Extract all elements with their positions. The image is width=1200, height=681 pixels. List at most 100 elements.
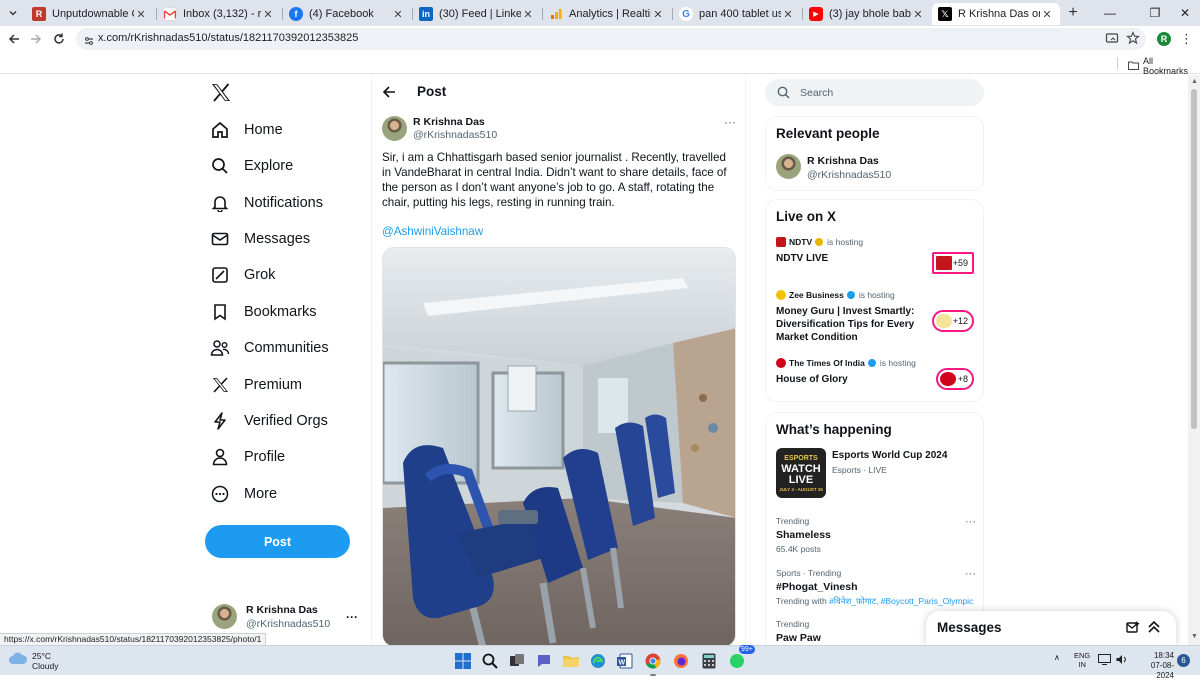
more-dots-icon[interactable]: ··· xyxy=(346,610,358,624)
reload-button[interactable] xyxy=(50,30,68,48)
more-circle-icon xyxy=(210,484,230,504)
nav-notifications[interactable]: Notifications xyxy=(210,189,323,217)
nav-verified-orgs[interactable]: Verified Orgs xyxy=(210,407,328,435)
close-tab-icon[interactable]: ✕ xyxy=(134,8,148,21)
bookmark-star-icon[interactable] xyxy=(1126,31,1142,47)
nav-explore[interactable]: Explore xyxy=(210,152,293,180)
forward-button[interactable] xyxy=(27,30,45,48)
avatar[interactable] xyxy=(776,154,801,179)
browser-tab-active[interactable]: 𝕏 R Krishna Das on X: "Sir, i ✕ xyxy=(932,3,1060,25)
weather-widget[interactable]: 25°C Cloudy xyxy=(8,651,58,671)
cast-icon[interactable] xyxy=(1105,31,1121,47)
file-explorer-icon[interactable] xyxy=(561,651,581,671)
windows-start-icon[interactable] xyxy=(453,651,473,671)
live-listeners-badge: +8 xyxy=(936,368,974,390)
nav-home[interactable]: Home xyxy=(210,116,283,144)
notification-count-badge[interactable]: 6 xyxy=(1177,654,1190,667)
close-tab-icon[interactable]: ✕ xyxy=(521,8,535,21)
x-page: Home Explore Notifications Messages Grok… xyxy=(0,75,1188,645)
page-title: Post xyxy=(417,84,447,99)
back-arrow-icon[interactable] xyxy=(382,85,396,104)
tab-search-button[interactable] xyxy=(4,4,22,22)
nav-grok[interactable]: Grok xyxy=(210,261,275,289)
search-icon xyxy=(777,86,790,99)
nav-communities[interactable]: Communities xyxy=(210,334,329,362)
browser-tab[interactable]: in (30) Feed | LinkedIn ✕ xyxy=(413,3,541,25)
more-dots-icon[interactable]: ··· xyxy=(724,115,736,129)
nav-profile[interactable]: Profile xyxy=(210,443,285,471)
browser-tab-strip: R Unputdownable Comme ✕ Inbox (3,132) - … xyxy=(0,0,1200,26)
right-sidebar: Search Relevant people R Krishna Das @rK… xyxy=(765,75,985,645)
language-indicator[interactable]: ENG IN xyxy=(1074,651,1090,669)
browser-tab[interactable]: ▶ (3) jay bhole baba mahak ✕ xyxy=(803,3,931,25)
nav-more[interactable]: More xyxy=(210,480,277,508)
close-window-button[interactable]: ✕ xyxy=(1170,4,1200,22)
browser-tab[interactable]: G pan 400 tablet uses - Goo ✕ xyxy=(673,3,801,25)
post-image[interactable] xyxy=(382,247,736,645)
close-tab-icon[interactable]: ✕ xyxy=(651,8,665,21)
minimize-button[interactable]: — xyxy=(1095,4,1125,22)
trend-item[interactable]: Trending Shameless 65.4K posts ··· xyxy=(776,516,976,554)
taskbar-search-icon[interactable] xyxy=(480,651,500,671)
scroll-up-icon[interactable]: ▲ xyxy=(1191,78,1198,85)
search-input[interactable]: Search xyxy=(765,79,984,106)
browser-menu-icon[interactable]: ⋮ xyxy=(1180,31,1193,47)
volume-icon[interactable] xyxy=(1116,654,1128,667)
live-item[interactable]: NDTV is hosting NDTV LIVE +59 xyxy=(776,237,976,277)
site-info-icon[interactable] xyxy=(84,33,94,51)
browser-profile-avatar[interactable]: R xyxy=(1157,32,1171,46)
page-scrollbar[interactable]: ▲ ▼ xyxy=(1188,75,1200,645)
trend-item[interactable]: Sports · Trending #Phogat_Vinesh Trendin… xyxy=(776,568,976,607)
teams-chat-icon[interactable] xyxy=(534,651,554,671)
new-message-icon[interactable] xyxy=(1126,621,1140,639)
close-tab-icon[interactable]: ✕ xyxy=(911,8,925,21)
bookmark-icon xyxy=(210,302,230,322)
firefox-browser-icon[interactable] xyxy=(671,651,691,671)
more-dots-icon[interactable]: ··· xyxy=(965,568,976,580)
scroll-down-icon[interactable]: ▼ xyxy=(1191,633,1198,640)
verified-badge-icon xyxy=(846,291,855,299)
url-bar[interactable]: x.com/rKrishnadas510/status/182117039201… xyxy=(76,28,1146,50)
back-button[interactable] xyxy=(5,30,23,48)
author-handle[interactable]: @rKrishnadas510 xyxy=(413,129,497,141)
scrollbar-thumb[interactable] xyxy=(1191,89,1197,429)
calculator-app-icon[interactable] xyxy=(699,651,719,671)
facebook-favicon-icon: f xyxy=(289,7,303,21)
messages-drawer[interactable]: Messages xyxy=(926,611,1176,645)
show-hidden-icons-chevron-icon[interactable]: ∧ xyxy=(1054,653,1060,662)
word-app-icon[interactable]: W xyxy=(615,651,635,671)
x-premium-icon xyxy=(210,375,230,395)
task-view-icon[interactable] xyxy=(507,651,527,671)
live-item[interactable]: The Times Of India is hosting House of G… xyxy=(776,358,976,398)
chrome-browser-icon[interactable] xyxy=(643,651,663,676)
x-logo-icon[interactable] xyxy=(211,83,231,107)
train-interior-photo xyxy=(383,248,735,645)
live-item[interactable]: Zee Business is hosting Money Guru | Inv… xyxy=(776,290,976,350)
restore-button[interactable]: ❐ xyxy=(1140,4,1170,22)
nav-messages[interactable]: Messages xyxy=(210,225,310,253)
system-clock[interactable]: 18:34 07-08-2024 xyxy=(1134,651,1174,681)
trend-hashtag-links[interactable]: #विनेश_फोगाट, #Boycott_Paris_Olympic xyxy=(829,596,973,606)
more-dots-icon[interactable]: ··· xyxy=(965,516,976,528)
close-tab-icon[interactable]: ✕ xyxy=(781,8,795,21)
browser-tab[interactable]: f (4) Facebook ✕ xyxy=(283,3,411,25)
account-switcher[interactable]: R Krishna Das @rKrishnadas510 ··· xyxy=(212,602,362,636)
close-tab-icon[interactable]: ✕ xyxy=(391,8,405,21)
browser-tab[interactable]: Analytics | Realtime overv ✕ xyxy=(543,3,671,25)
all-bookmarks-button[interactable]: All Bookmarks xyxy=(1128,56,1200,76)
close-tab-icon[interactable]: ✕ xyxy=(1040,8,1054,21)
mention-link[interactable]: @AshwiniVaishnaw xyxy=(382,225,483,238)
nav-premium[interactable]: Premium xyxy=(210,371,302,399)
browser-tab[interactable]: R Unputdownable Comme ✕ xyxy=(26,3,154,25)
new-tab-button[interactable]: + xyxy=(1064,4,1082,22)
author-name[interactable]: R Krishna Das xyxy=(413,116,485,128)
browser-tab[interactable]: Inbox (3,132) - rkrishnada ✕ xyxy=(157,3,281,25)
network-icon[interactable] xyxy=(1098,654,1111,667)
edge-browser-icon[interactable] xyxy=(588,651,608,671)
post-button[interactable]: Post xyxy=(205,525,350,558)
nav-bookmarks[interactable]: Bookmarks xyxy=(210,298,317,326)
avatar[interactable] xyxy=(382,116,407,141)
whatsapp-icon[interactable]: 99+ xyxy=(727,645,755,671)
close-tab-icon[interactable]: ✕ xyxy=(261,8,275,21)
expand-chevrons-icon[interactable] xyxy=(1148,620,1160,639)
